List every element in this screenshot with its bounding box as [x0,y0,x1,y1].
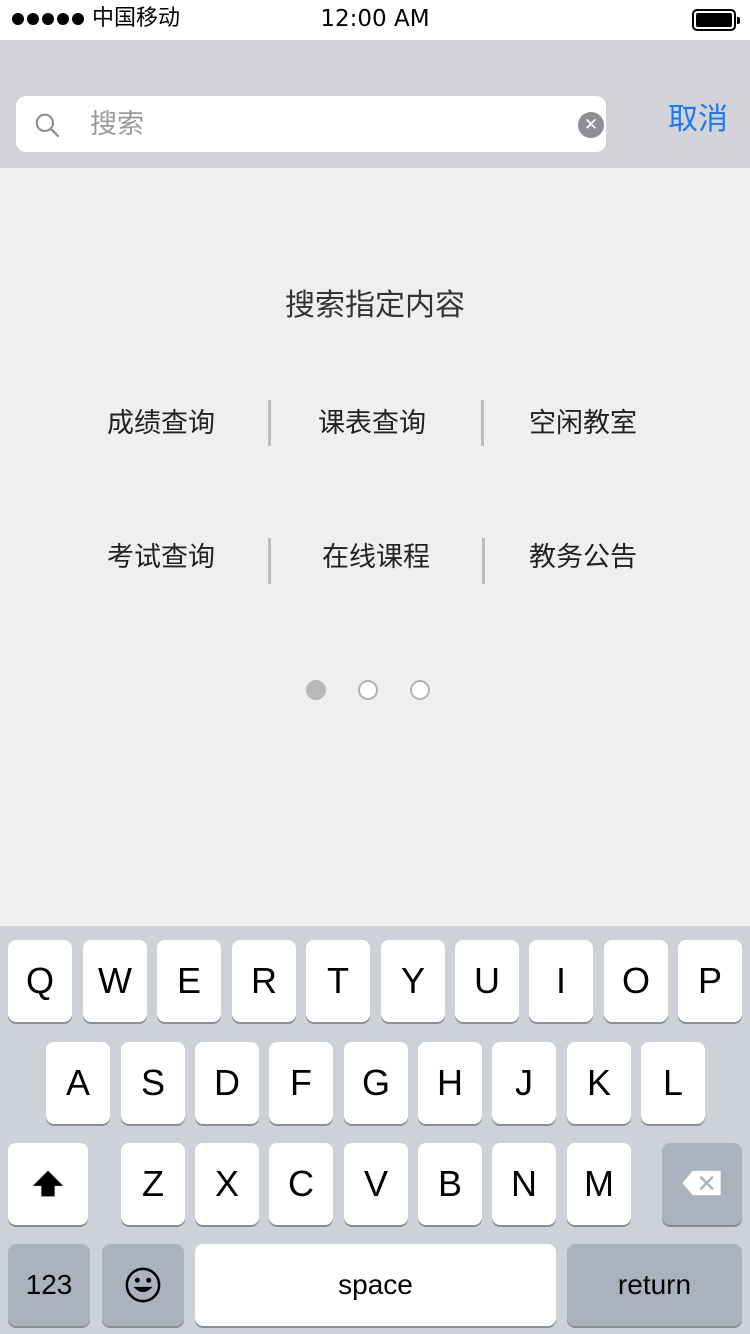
key-v[interactable]: V [344,1143,408,1225]
numbers-key[interactable]: 123 [8,1244,90,1326]
key-d[interactable]: D [195,1042,259,1124]
delete-key[interactable] [662,1143,742,1225]
key-i[interactable]: I [529,940,593,1022]
keyboard: Q W E R T Y U I O P A S D F G H J K L Z … [0,926,750,1334]
grid-item-grade-query[interactable]: 成绩查询 [56,404,266,444]
space-key[interactable]: space [195,1244,556,1326]
key-n[interactable]: N [492,1143,556,1225]
key-g[interactable]: G [344,1042,408,1124]
delete-icon [682,1170,721,1196]
emoji-icon [125,1267,161,1303]
search-header: ✕ 取消 [0,40,750,168]
key-y[interactable]: Y [381,940,445,1022]
cancel-button[interactable]: 取消 [668,100,728,140]
key-c[interactable]: C [269,1143,333,1225]
grid-item-online-course[interactable]: 在线课程 [271,538,481,578]
key-w[interactable]: W [83,940,147,1022]
key-s[interactable]: S [121,1042,185,1124]
search-input[interactable] [90,102,560,146]
grid-item-academic-notice[interactable]: 教务公告 [478,538,688,578]
content-title: 搜索指定内容 [285,288,465,323]
grid-item-free-classroom[interactable]: 空闲教室 [478,404,688,444]
key-j[interactable]: J [492,1042,556,1124]
key-a[interactable]: A [46,1042,110,1124]
key-k[interactable]: K [567,1042,631,1124]
key-f[interactable]: F [269,1042,333,1124]
key-o[interactable]: O [604,940,668,1022]
battery-icon [692,9,740,31]
page-dot-3[interactable] [410,680,430,700]
key-u[interactable]: U [455,940,519,1022]
key-l[interactable]: L [641,1042,705,1124]
key-z[interactable]: Z [121,1143,185,1225]
search-screen: 中国移动 12:00 AM ✕ 取消 搜索指定内容 成绩查询 课表查询 空闲教室… [0,0,750,1334]
shift-key[interactable] [8,1143,88,1225]
status-bar: 中国移动 12:00 AM [0,0,750,40]
key-h[interactable]: H [418,1042,482,1124]
key-r[interactable]: R [232,940,296,1022]
status-time: 12:00 AM [320,6,430,32]
page-dot-2[interactable] [358,680,378,700]
clear-icon[interactable]: ✕ [578,112,604,138]
search-box[interactable]: ✕ [16,96,606,152]
search-icon [35,113,60,138]
page-dot-1[interactable] [306,680,326,700]
key-e[interactable]: E [157,940,221,1022]
grid-item-exam-query[interactable]: 考试查询 [56,538,266,578]
key-t[interactable]: T [306,940,370,1022]
grid-item-schedule-query[interactable]: 课表查询 [267,404,477,444]
key-p[interactable]: P [678,940,742,1022]
page-indicator [0,680,750,700]
key-q[interactable]: Q [8,940,72,1022]
return-key[interactable]: return [567,1244,742,1326]
key-m[interactable]: M [567,1143,631,1225]
emoji-key[interactable] [102,1244,184,1326]
key-b[interactable]: B [418,1143,482,1225]
shift-icon [32,1170,64,1197]
key-x[interactable]: X [195,1143,259,1225]
